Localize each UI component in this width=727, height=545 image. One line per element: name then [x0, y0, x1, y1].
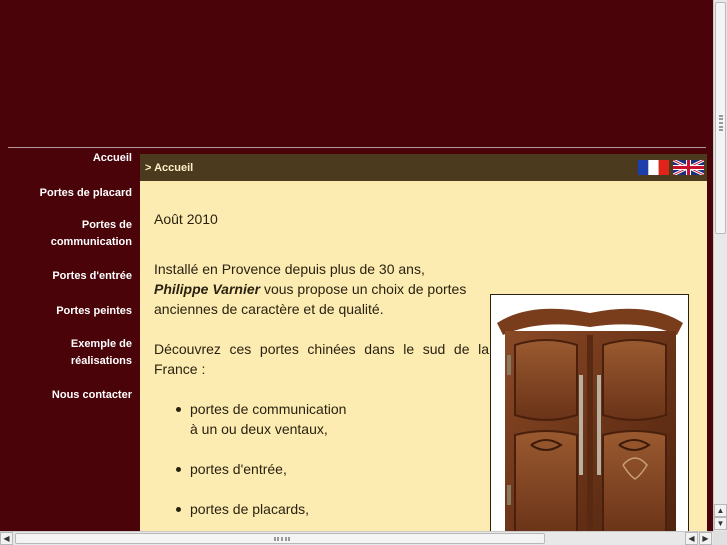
- vertical-scrollbar[interactable]: ▲ ▼: [713, 0, 727, 531]
- language-switcher: [638, 160, 704, 175]
- grip-icon: [719, 115, 723, 131]
- browser-viewport: Accueil Portes de placard Portes de comm…: [0, 0, 713, 531]
- list-item: portes d'entrée,: [174, 459, 489, 479]
- sidebar-nav: Accueil Portes de placard Portes de comm…: [8, 150, 140, 404]
- nav-item-label: réalisations: [70, 355, 132, 367]
- discover-paragraph: Découvrez ces portes chinées dans le sud…: [154, 341, 489, 377]
- door-types-list: portes de communication à un ou deux ven…: [154, 399, 489, 519]
- breadcrumb-text[interactable]: > Accueil: [145, 162, 193, 174]
- intro-line: Installé en Provence depuis plus de 30 a…: [154, 261, 425, 277]
- french-flag-icon[interactable]: [638, 160, 669, 175]
- nav-item-portes-d-entree[interactable]: Portes d'entrée: [8, 268, 140, 285]
- nav-item-exemple-de-realisations[interactable]: Exemple de réalisations: [8, 336, 140, 370]
- armoire-image: [497, 308, 683, 531]
- scroll-down-button[interactable]: ▼: [714, 517, 727, 530]
- nav-item-portes-de-communication[interactable]: Portes de communication: [8, 217, 140, 251]
- grip-icon: [274, 537, 290, 541]
- nav-item-nous-contacter[interactable]: Nous contacter: [8, 387, 140, 404]
- list-item: portes de communication à un ou deux ven…: [174, 399, 489, 439]
- breadcrumb: > Accueil: [140, 154, 707, 181]
- list-item: portes de placards,: [174, 499, 489, 519]
- armoire-photo: [490, 294, 689, 531]
- main-content: > Accueil Août 2010 Installé en Provence…: [140, 154, 707, 531]
- scroll-up-button[interactable]: ▲: [714, 504, 727, 517]
- scroll-left-button[interactable]: ◀: [0, 532, 13, 545]
- header-divider: [8, 147, 706, 148]
- article-text: Août 2010 Installé en Provence depuis pl…: [154, 209, 489, 531]
- list-item-text: portes d'entrée,: [190, 461, 287, 477]
- horizontal-scrollbar[interactable]: ◀ ◀ ▶: [0, 531, 713, 545]
- nav-item-portes-peintes[interactable]: Portes peintes: [8, 303, 140, 320]
- nav-item-label: Exemple de: [70, 338, 132, 350]
- article-date: Août 2010: [154, 211, 218, 227]
- nav-item-label: communication: [50, 236, 132, 248]
- nav-item-portes-de-placard[interactable]: Portes de placard: [8, 185, 140, 202]
- list-item-text: portes de placards,: [190, 501, 310, 517]
- nav-item-accueil[interactable]: Accueil: [8, 150, 140, 167]
- nav-item-label: Portes de: [81, 219, 132, 231]
- vertical-scroll-thumb[interactable]: [715, 2, 726, 234]
- scrollbar-corner: [713, 531, 727, 545]
- horizontal-scroll-thumb[interactable]: [15, 533, 545, 544]
- intro-paragraph: Installé en Provence depuis plus de 30 a…: [154, 259, 489, 319]
- scroll-right-button[interactable]: ▶: [699, 532, 712, 545]
- scroll-left-button-end[interactable]: ◀: [685, 532, 698, 545]
- vendor-name: Philippe Varnier: [154, 281, 261, 297]
- list-item-text: portes de communication: [190, 401, 347, 417]
- uk-flag-icon[interactable]: [673, 160, 704, 175]
- list-item-text: à un ou deux ventaux,: [190, 421, 328, 437]
